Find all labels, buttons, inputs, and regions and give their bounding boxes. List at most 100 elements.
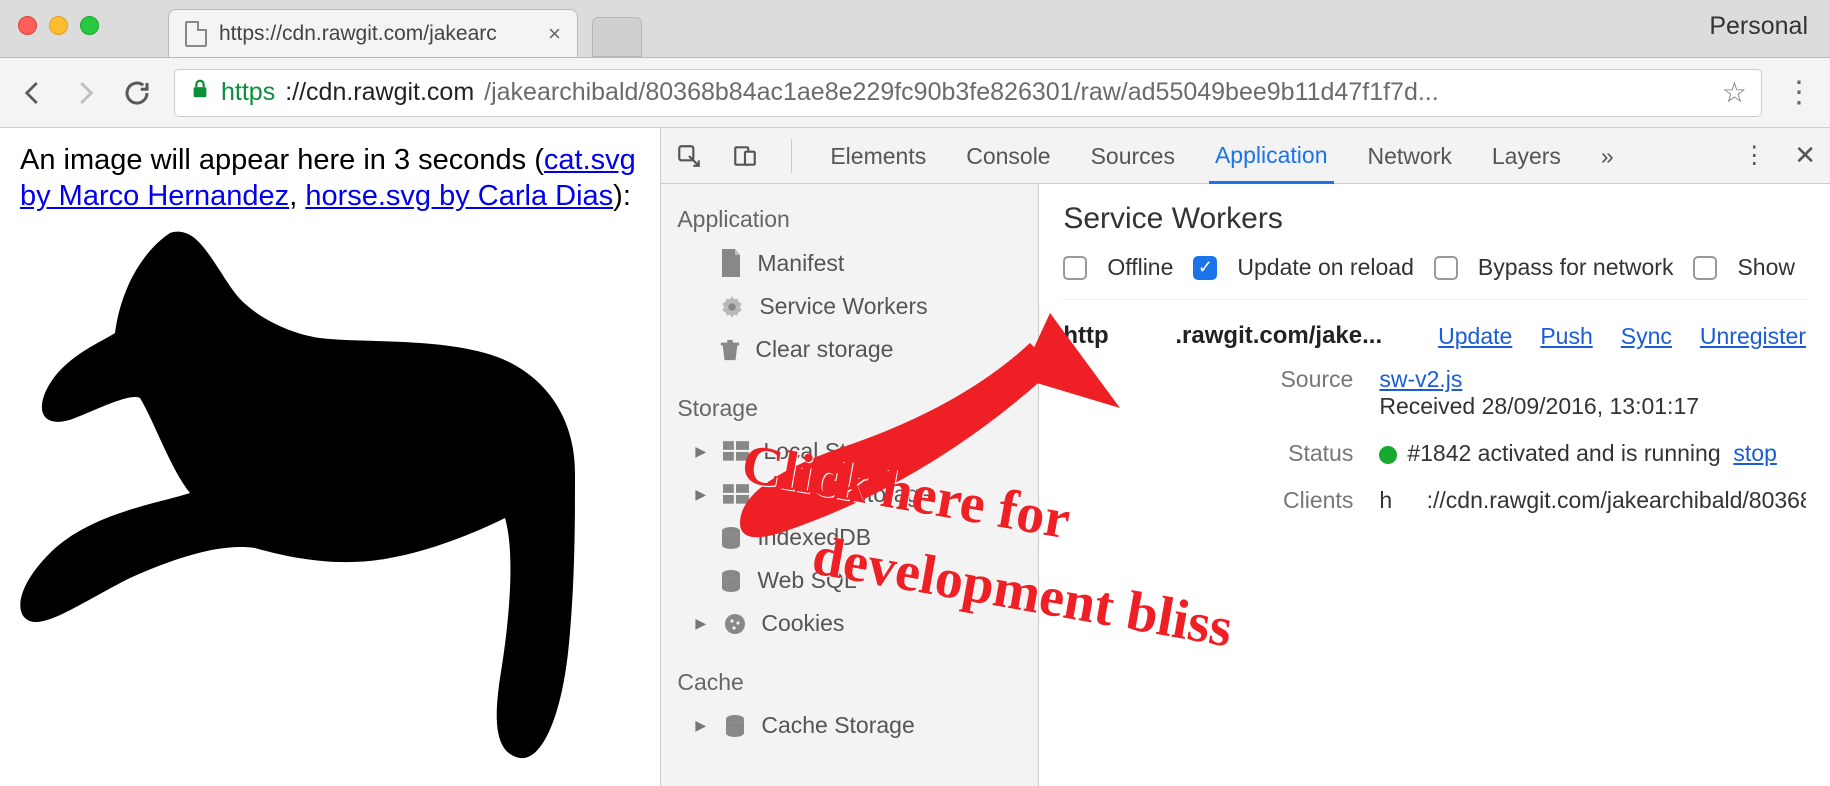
inspect-element-icon[interactable] [675, 142, 703, 170]
panel-heading: Service Workers [1063, 202, 1806, 236]
cookie-icon [723, 612, 747, 636]
sidebar-item-manifest[interactable]: Manifest [661, 241, 1038, 285]
profile-label[interactable]: Personal [1709, 12, 1808, 41]
file-icon [719, 249, 743, 277]
application-sidebar: Application Manifest Service Workers Cle… [661, 184, 1039, 786]
device-toolbar-icon[interactable] [731, 142, 759, 170]
sidebar-label: Cookies [761, 610, 844, 637]
checkbox-offline[interactable] [1063, 256, 1087, 280]
expand-icon: ▶ [695, 717, 709, 734]
sidebar-heading-cache: Cache [661, 657, 1038, 704]
sidebar-label: Manifest [757, 250, 844, 277]
devtools-panel: Elements Console Sources Application Net… [660, 128, 1830, 786]
minimize-window-icon[interactable] [49, 16, 68, 35]
table-icon [723, 484, 749, 506]
sw-stop-link[interactable]: stop [1733, 440, 1776, 466]
checkbox-show-all[interactable] [1693, 256, 1717, 280]
expand-icon: ▶ [695, 443, 709, 460]
back-button[interactable] [18, 78, 48, 108]
label-clients: Clients [1233, 487, 1353, 514]
sw-action-push[interactable]: Push [1540, 323, 1592, 350]
database-icon [719, 569, 743, 593]
sidebar-item-indexeddb[interactable]: IndexedDB [661, 516, 1038, 559]
lock-icon [189, 77, 211, 108]
tab-application[interactable]: Application [1209, 128, 1334, 184]
page-intro: An image will appear here in 3 seconds (… [20, 142, 640, 215]
sw-action-unregister[interactable]: Unregister [1700, 323, 1806, 350]
checkbox-update-on-reload[interactable]: ✓ [1193, 256, 1217, 280]
forward-button [70, 78, 100, 108]
sidebar-label: Web SQL [757, 567, 856, 594]
devtools-close-icon[interactable]: ✕ [1794, 140, 1816, 171]
page-icon [185, 21, 207, 47]
url-host: ://cdn.rawgit.com [285, 78, 474, 107]
devtools-menu-icon[interactable]: ⋮ [1742, 141, 1766, 170]
tabs-overflow[interactable]: » [1595, 129, 1620, 182]
sidebar-item-session-storage[interactable]: ▶ Session Storage [661, 473, 1038, 516]
sidebar-label: Local Storage [763, 438, 905, 465]
checkbox-label: Update on reload [1237, 254, 1413, 281]
sidebar-item-clear-storage[interactable]: Clear storage [661, 328, 1038, 371]
browser-toolbar: https ://cdn.rawgit.com/jakearchibald/803… [0, 58, 1830, 128]
reload-button[interactable] [122, 78, 152, 108]
sidebar-heading-application: Application [661, 194, 1038, 241]
sw-status: #1842 activated and is running stop [1379, 440, 1806, 467]
horse-image [20, 223, 640, 772]
checkbox-label: Show [1737, 254, 1795, 281]
bookmark-star-icon[interactable]: ☆ [1722, 76, 1747, 109]
page-content: An image will appear here in 3 seconds (… [0, 128, 660, 786]
trash-icon [719, 337, 741, 363]
url-scheme: https [221, 78, 275, 107]
tab-sources[interactable]: Sources [1085, 129, 1181, 182]
tab-console[interactable]: Console [960, 129, 1056, 182]
expand-icon: ▶ [695, 486, 709, 503]
sw-details: Source sw-v2.js Received 28/09/2016, 13:… [1233, 366, 1806, 514]
sw-action-update[interactable]: Update [1438, 323, 1512, 350]
tab-title: https://cdn.rawgit.com/jakearc [219, 22, 497, 46]
sidebar-label: Service Workers [759, 293, 927, 320]
intro-text: An image will appear here in 3 seconds ( [20, 144, 544, 176]
browser-tab[interactable]: https://cdn.rawgit.com/jakearc × [168, 9, 578, 57]
new-tab-button[interactable] [592, 17, 642, 57]
database-icon [719, 526, 743, 550]
maximize-window-icon[interactable] [80, 16, 99, 35]
browser-menu-icon[interactable]: ⋮ [1784, 75, 1812, 110]
window-titlebar: https://cdn.rawgit.com/jakearc × Persona… [0, 0, 1830, 58]
service-workers-panel: Service Workers Offline ✓ Update on relo… [1039, 184, 1830, 786]
sidebar-heading-storage: Storage [661, 383, 1038, 430]
close-window-icon[interactable] [18, 16, 37, 35]
sidebar-label: Cache Storage [761, 712, 914, 739]
expand-icon: ▶ [695, 615, 709, 632]
sidebar-item-cache-storage[interactable]: ▶ Cache Storage [661, 704, 1038, 747]
sidebar-label: IndexedDB [757, 524, 871, 551]
tab-layers[interactable]: Layers [1486, 129, 1567, 182]
tab-network[interactable]: Network [1362, 129, 1458, 182]
address-bar[interactable]: https ://cdn.rawgit.com/jakearchibald/803… [174, 69, 1762, 117]
sw-clients: hxxx://cdn.rawgit.com/jakearchibald/8036… [1379, 487, 1806, 514]
sidebar-item-websql[interactable]: Web SQL [661, 559, 1038, 602]
checkbox-label: Bypass for network [1478, 254, 1674, 281]
label-source: Source [1233, 366, 1353, 420]
checkbox-label: Offline [1107, 254, 1173, 281]
checkbox-bypass-for-network[interactable] [1434, 256, 1458, 280]
window-controls [18, 16, 99, 35]
table-icon [723, 441, 749, 463]
sw-received: Received 28/09/2016, 13:01:17 [1379, 393, 1699, 419]
sidebar-item-service-workers[interactable]: Service Workers [661, 285, 1038, 328]
sidebar-item-cookies[interactable]: ▶ Cookies [661, 602, 1038, 645]
database-icon [723, 714, 747, 738]
sw-origin: httpxxxxx.rawgit.com/jake... [1063, 322, 1382, 350]
sw-options-row: Offline ✓ Update on reload Bypass for ne… [1063, 254, 1806, 300]
close-tab-icon[interactable]: × [548, 21, 561, 47]
gear-icon [719, 294, 745, 320]
sidebar-item-local-storage[interactable]: ▶ Local Storage [661, 430, 1038, 473]
link-horse-svg[interactable]: horse.svg by Carla Dias [305, 180, 613, 212]
sw-action-sync[interactable]: Sync [1621, 323, 1672, 350]
label-status: Status [1233, 440, 1353, 467]
tab-elements[interactable]: Elements [824, 129, 932, 182]
status-dot-icon [1379, 446, 1397, 464]
url-path: /jakearchibald/80368b84ac1ae8e229fc90b3f… [484, 78, 1439, 107]
sw-source-file[interactable]: sw-v2.js [1379, 366, 1462, 392]
sw-origin-row: httpxxxxx.rawgit.com/jake... Update Push… [1063, 322, 1806, 350]
sidebar-label: Session Storage [763, 481, 932, 508]
